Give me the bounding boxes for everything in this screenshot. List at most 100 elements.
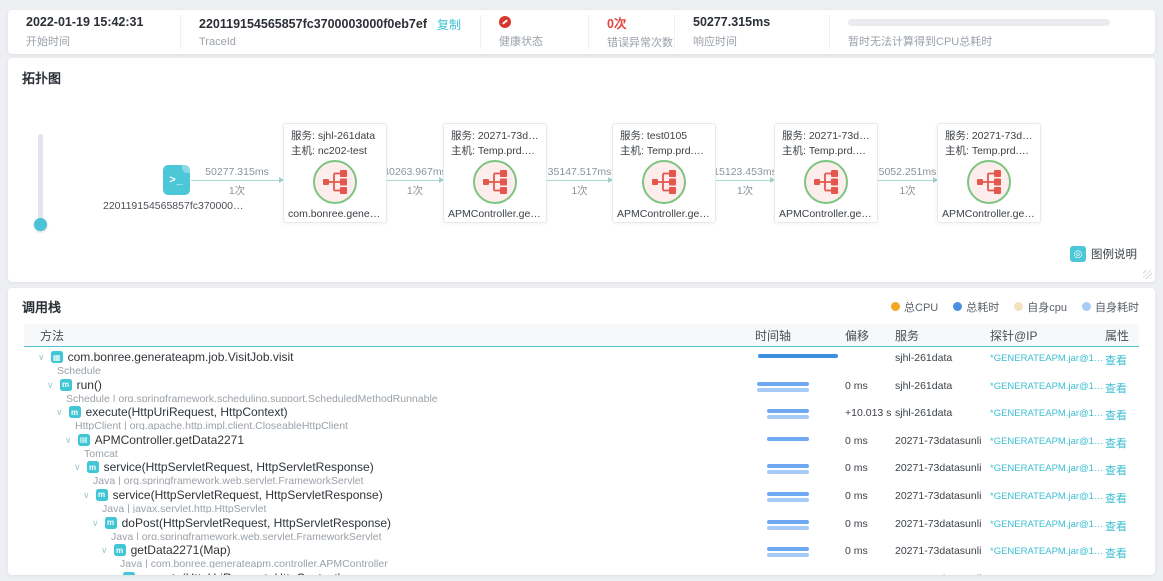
collapse-caret-icon[interactable]: ∨	[110, 573, 117, 575]
service-cell: 20271-73datasunli	[895, 457, 990, 485]
total-time-bar	[767, 437, 809, 441]
self-time-bar	[767, 415, 809, 419]
probe-ip-link[interactable]: *GENERATEAPM.jar@10.241.3.204	[990, 430, 1105, 458]
summary-label: 开始时间	[26, 33, 162, 49]
callstack-title: 调用栈	[22, 297, 61, 316]
self-time-bar	[757, 388, 809, 392]
collapse-caret-icon[interactable]: ∨	[38, 352, 45, 362]
collapse-caret-icon[interactable]: ∨	[83, 490, 90, 500]
timeline-cell	[755, 457, 845, 485]
summary-value: 50277.315ms	[693, 15, 770, 29]
method-name: execute(HttpUriRequest, HttpContext)	[140, 571, 342, 575]
timeline-bars	[758, 354, 838, 358]
summary-item-error-count: 0次错误异常次数	[588, 15, 674, 49]
view-attributes-link[interactable]: 查看	[1105, 485, 1139, 513]
timeline-cell	[755, 568, 845, 575]
edge-count: 1次	[737, 183, 753, 198]
node-label: APMController.getData2271	[444, 208, 546, 220]
topology-node[interactable]: 服务: 20271-73datasunli主机: Temp.prd.comm.v…	[443, 123, 547, 223]
legend-dot	[1082, 302, 1091, 311]
health-error-icon	[499, 16, 511, 28]
method-name: service(HttpServletRequest, HttpServletR…	[104, 460, 374, 474]
view-attributes-link[interactable]: 查看	[1105, 568, 1139, 575]
topology-edge: 50277.315ms1次	[191, 180, 283, 181]
table-row: ∨mservice(HttpServletRequest, HttpServle…	[24, 485, 1139, 513]
legend-item: 总CPU	[891, 299, 938, 315]
panel-resize-grip[interactable]	[1143, 270, 1152, 279]
node-service: 服务: test0105	[613, 130, 715, 142]
probe-ip-link[interactable]: *GENERATEAPM.jar@10.241.3.202	[990, 402, 1105, 430]
method-cell: ∨mservice(HttpServletRequest, HttpServle…	[24, 485, 755, 513]
method-icon: m	[87, 461, 99, 473]
timeline-cell	[755, 402, 845, 430]
timeline-cell	[755, 375, 845, 403]
probe-ip-link[interactable]: *GENERATEAPM.jar@10.241.3.204	[990, 540, 1105, 568]
legend-help-button[interactable]: ◎ 图例说明	[1070, 246, 1137, 262]
collapse-caret-icon[interactable]: ∨	[92, 518, 99, 528]
probe-ip-link[interactable]: *GENERATEAPM.jar@10.241.3.204	[990, 568, 1105, 575]
method-name: doPost(HttpServletRequest, HttpServletRe…	[122, 516, 391, 530]
method-detail: HttpClient | org.apache.http.impl.client…	[24, 420, 755, 430]
view-attributes-link[interactable]: 查看	[1105, 457, 1139, 485]
summary-label: 健康状态	[499, 33, 570, 49]
collapse-caret-icon[interactable]: ∨	[56, 407, 63, 417]
legend-label: 自身耗时	[1095, 299, 1139, 315]
service-node-icon	[313, 160, 357, 204]
summary-label: 错误异常次数	[607, 34, 656, 50]
timeline-bars	[767, 492, 809, 502]
collapse-caret-icon[interactable]: ∨	[74, 462, 81, 472]
probe-ip-link[interactable]: *GENERATEAPM.jar@10.241.3.204	[990, 485, 1105, 513]
legend-item: 总耗时	[953, 299, 999, 315]
method-detail: Java | org.springframework.web.servlet.F…	[24, 475, 755, 485]
node-host: 主机: Temp.prd.comm.vm.by.idc.b...	[938, 145, 1040, 157]
column-header-5: 探针@IP	[990, 327, 1105, 344]
node-host: 主机: nc202-test	[284, 145, 386, 157]
method-icon: m	[114, 544, 126, 556]
trace-summary-bar: 2022-01-19 15:42:31开始时间220119154565857fc…	[8, 10, 1155, 54]
service-cell: 20271-73datasunli	[895, 513, 990, 541]
service-cell: 20271-73datasunli	[895, 430, 990, 458]
probe-ip-link[interactable]: *GENERATEAPM.jar@10.241.3.202	[990, 375, 1105, 403]
node-label: APMController.getData2273	[938, 208, 1040, 220]
view-attributes-link[interactable]: 查看	[1105, 347, 1139, 375]
view-attributes-link[interactable]: 查看	[1105, 402, 1139, 430]
view-attributes-link[interactable]: 查看	[1105, 540, 1139, 568]
method-icon: m	[69, 406, 81, 418]
table-row: ∨mgetData2271(Map)Java | com.bonree.gene…	[24, 540, 1139, 568]
legend-label: 总CPU	[904, 299, 938, 315]
node-service: 服务: sjhl-261data	[284, 130, 386, 142]
total-time-bar	[767, 520, 809, 524]
offset-cell: 0 ms	[845, 375, 895, 403]
legend-button-label: 图例说明	[1091, 246, 1137, 262]
zoom-slider-handle[interactable]	[34, 218, 47, 231]
collapse-caret-icon[interactable]: ∨	[65, 435, 72, 445]
callstack-rows: ∨▦com.bonree.generateapm.job.VisitJob.vi…	[24, 347, 1139, 575]
probe-ip-link[interactable]: *GENERATEAPM.jar@10.241.3.204	[990, 457, 1105, 485]
view-attributes-link[interactable]: 查看	[1105, 375, 1139, 403]
method-icon: m	[123, 572, 135, 575]
probe-ip-link[interactable]: *GENERATEAPM.jar@10.241.3.202	[990, 347, 1105, 375]
method-name: execute(HttpUriRequest, HttpContext)	[86, 405, 288, 419]
table-row: ∨ m service(HttpServletRequest, HttpServle…	[24, 457, 1139, 485]
offset-cell: 0 ms	[845, 485, 895, 513]
callstack-legend: 总CPU总耗时自身cpu自身耗时	[891, 299, 1139, 315]
topology-node[interactable]: 服务: sjhl-261data主机: nc202-testcom.bonree…	[283, 123, 387, 223]
edge-latency: 15123.453ms	[713, 166, 777, 178]
probe-ip-link[interactable]: *GENERATEAPM.jar@10.241.3.204	[990, 513, 1105, 541]
topology-node[interactable]: 服务: test0105主机: Temp.prd.comm.vm.by.idc.…	[612, 123, 716, 223]
copy-traceid-link[interactable]: 复制	[437, 16, 461, 33]
collapse-caret-icon[interactable]: ∨	[47, 380, 54, 390]
view-attributes-link[interactable]: 查看	[1105, 430, 1139, 458]
timeline-cell	[755, 540, 845, 568]
trace-entry-terminal-icon[interactable]: >_	[163, 165, 190, 195]
column-header-2: 时间轴	[755, 327, 845, 344]
view-attributes-link[interactable]: 查看	[1105, 513, 1139, 541]
collapse-caret-icon[interactable]: ∨	[101, 545, 108, 555]
legend-dot	[953, 302, 962, 311]
service-cell: sjhl-261data	[895, 347, 990, 375]
topology-edge: 5052.251ms1次	[878, 180, 937, 181]
topology-node[interactable]: 服务: 20271-73datasunli主机: Temp.prd.comm.v…	[774, 123, 878, 223]
service-node-icon	[967, 160, 1011, 204]
topology-node[interactable]: 服务: 20271-73datasunli主机: Temp.prd.comm.v…	[937, 123, 1041, 223]
offset-cell: 0 ms	[845, 540, 895, 568]
